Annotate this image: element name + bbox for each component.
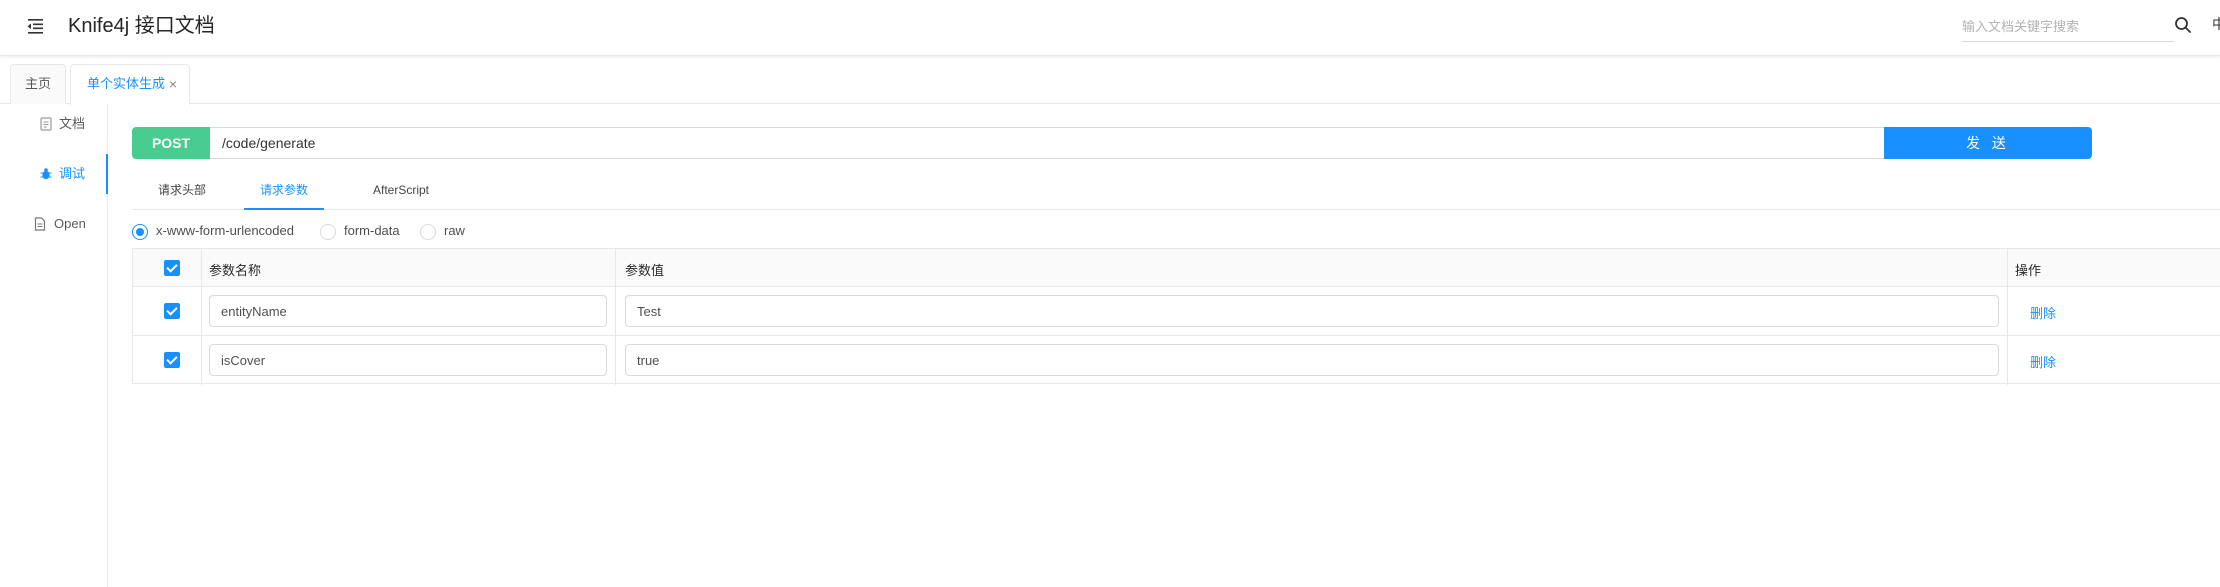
param-name-input[interactable] [209,344,607,376]
http-method-badge: POST [132,127,210,159]
close-icon[interactable]: × [169,65,177,103]
table-row: 删除 [133,336,2220,385]
tab-after-script[interactable]: AfterScript [358,174,444,210]
column-header-value: 参数值 [625,263,665,278]
column-divider [2007,336,2008,385]
radio-urlencoded[interactable]: x-www-form-urlencoded [132,220,312,242]
row-checkbox[interactable] [164,303,180,319]
column-header-name: 参数名称 [209,263,262,278]
sidebar-item-docs[interactable]: 文档 [0,104,108,144]
menu-fold-icon[interactable] [24,15,46,37]
search-box [1962,12,2174,42]
radio-dot [420,224,436,240]
sidebar-item-label: 文档 [59,116,86,131]
param-value-input[interactable] [625,344,1999,376]
delete-link[interactable]: 删除 [2030,352,2056,371]
url-input[interactable] [210,127,2016,159]
tab-bar: 主页 单个实体生成 × [0,57,2220,105]
search-input[interactable] [1962,12,2174,40]
top-header: Knife4j 接口文档 中 [0,0,2220,56]
request-url-bar: POST 发 送 [132,127,2092,159]
column-header-action: 操作 [2015,263,2042,278]
search-icon[interactable] [2174,16,2192,34]
column-divider [615,249,616,286]
file-icon [34,217,46,231]
row-checkbox[interactable] [164,352,180,368]
table-header-row: 参数名称 参数值 操作 [133,249,2220,287]
request-sub-tabs: 请求头部 请求参数 AfterScript [132,174,2220,210]
tab-request-headers[interactable]: 请求头部 [144,174,220,210]
radio-dot [320,224,336,240]
tab-label: 单个实体生成 [87,76,166,91]
param-name-input[interactable] [209,295,607,327]
column-divider [201,249,202,286]
column-divider [2007,249,2008,286]
column-divider [201,336,202,385]
language-switch[interactable]: 中 [2212,14,2220,34]
column-divider [615,287,616,335]
document-icon [40,117,52,131]
tab-home[interactable]: 主页 [10,64,66,104]
tab-request-params[interactable]: 请求参数 [244,174,324,210]
tab-single-entity-generate[interactable]: 单个实体生成 × [70,64,190,105]
radio-raw[interactable]: raw [420,220,480,242]
send-button[interactable]: 发 送 [1884,127,2092,159]
app-title: Knife4j 接口文档 [68,15,215,37]
table-row: 删除 [133,287,2220,336]
radio-label: raw [444,223,465,238]
api-sidebar: 文档 调试 Open [0,104,108,587]
sidebar-item-label: Open [54,216,86,231]
radio-form-data[interactable]: form-data [320,220,420,242]
radio-dot [132,224,148,240]
params-table: 参数名称 参数值 操作 删除 删除 [132,248,2220,385]
select-all-checkbox[interactable] [164,260,180,276]
column-divider [615,336,616,385]
sidebar-item-open[interactable]: Open [0,204,108,244]
column-divider [201,287,202,335]
param-value-input[interactable] [625,295,1999,327]
radio-label: form-data [344,223,400,238]
sidebar-item-debug[interactable]: 调试 [0,154,108,194]
radio-label: x-www-form-urlencoded [156,223,294,238]
bug-icon [40,168,52,180]
column-divider [2007,287,2008,335]
sidebar-item-label: 调试 [59,166,86,181]
delete-link[interactable]: 删除 [2030,303,2056,322]
